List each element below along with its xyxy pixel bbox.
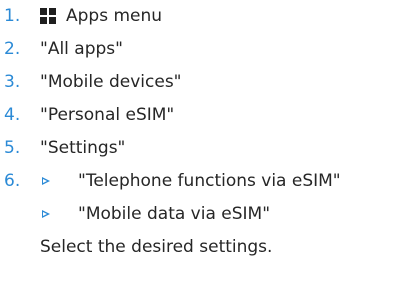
step-number: 2.: [4, 39, 21, 59]
option-label: "Telephone functions via eSIM": [78, 171, 341, 191]
step-label: "Mobile devices": [40, 72, 182, 92]
apps-grid-icon: [40, 8, 56, 24]
step-label: Apps menu: [66, 6, 163, 26]
triangle-bullet-icon: [42, 210, 50, 218]
step-number: 5.: [4, 138, 21, 158]
step-number: 1.: [4, 6, 21, 26]
step-number: 3.: [4, 72, 21, 92]
step-label: "Personal eSIM": [40, 105, 175, 125]
step-number: 4.: [4, 105, 21, 125]
triangle-bullet-icon: [42, 177, 50, 185]
option-label: "Mobile data via eSIM": [78, 204, 271, 224]
step-label: "Settings": [40, 138, 126, 158]
instruction-text: Select the desired settings.: [40, 237, 273, 257]
step-label: "All apps": [40, 39, 123, 59]
step-number: 6.: [4, 171, 21, 191]
